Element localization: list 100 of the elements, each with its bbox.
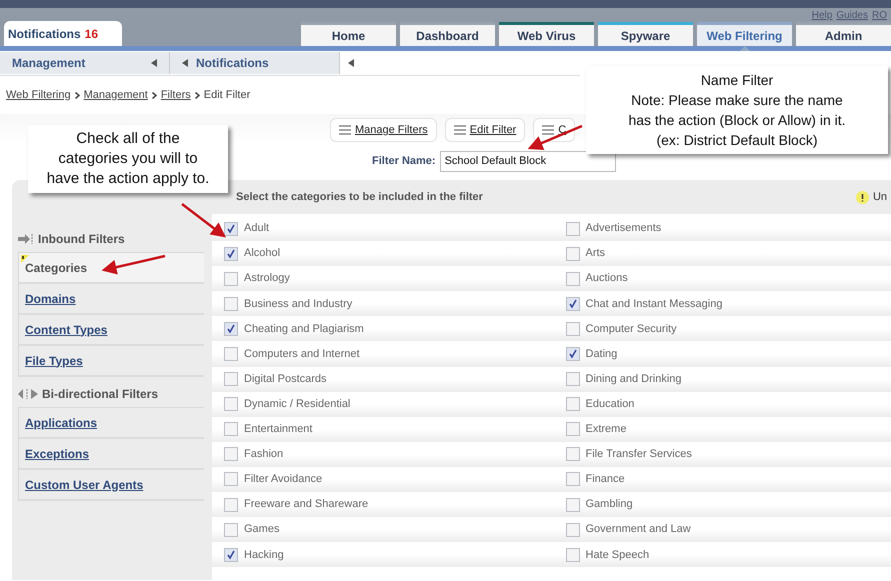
checkbox[interactable] [566, 548, 580, 562]
sidebar-item[interactable]: Applications [19, 408, 204, 439]
back-arrow-icon [151, 59, 157, 67]
chevron-icon [152, 92, 157, 98]
category-label: Entertainment [244, 422, 312, 438]
checkbox[interactable] [224, 472, 238, 486]
category-label: Dynamic / Residential [244, 396, 350, 412]
sidebar-heading: Inbound Filters [38, 231, 125, 248]
nav-tab[interactable]: Web Virus [499, 22, 594, 46]
category-label: Extreme [586, 422, 626, 438]
toolbar-button[interactable]: Edit Filter [444, 118, 526, 142]
subnav-item[interactable]: Management [0, 52, 170, 74]
checkbox[interactable] [566, 246, 580, 261]
checkbox[interactable] [224, 322, 238, 336]
checkbox[interactable] [566, 372, 580, 386]
checkbox[interactable] [224, 296, 238, 311]
callout-text: Note: Please make sure the name [631, 91, 843, 110]
category-label: Freeware and Shareware [244, 497, 368, 512]
notification-count: 16 [84, 26, 98, 42]
breadcrumb-link[interactable]: Filters [160, 86, 191, 104]
checkbox[interactable] [566, 472, 580, 486]
panel-title: Select the categories to be included in the filter [236, 190, 483, 205]
checkbox[interactable] [566, 397, 580, 412]
category-label: Hate Speech [586, 548, 650, 563]
category-label: Filter Avoidance [244, 472, 322, 488]
category-label: File Transfer Services [586, 447, 692, 462]
category-label: Business and Industry [244, 296, 352, 312]
checkbox[interactable] [566, 347, 580, 362]
callout-text: Name Filter [700, 71, 774, 90]
pointer-arrow [181, 203, 226, 238]
checkbox[interactable] [224, 397, 238, 412]
notifications-tab[interactable]: Notifications 16 [4, 21, 122, 46]
category-label: Auctions [586, 271, 628, 286]
checkbox[interactable] [566, 498, 580, 512]
breadcrumb-link[interactable]: Management [84, 86, 148, 104]
category-label: Dining and Drinking [586, 372, 682, 387]
toolbar-icon [339, 125, 351, 135]
nav-tab[interactable]: Spyware [598, 22, 693, 46]
sidebar-item[interactable]: Domains [19, 284, 204, 315]
category-label: Gambling [586, 497, 633, 512]
category-label: Chat and Instant Messaging [586, 296, 722, 312]
toolbar-button[interactable]: Manage Filters [330, 118, 437, 142]
breadcrumb-current: Edit Filter [204, 88, 250, 103]
nav-tab[interactable]: Dashboard [400, 22, 495, 46]
two-way-arrow-icon [18, 389, 38, 399]
category-label: Hacking [244, 548, 284, 563]
subnav-label: Notifications [196, 55, 269, 72]
checkbox[interactable] [566, 272, 580, 286]
checkbox[interactable] [224, 422, 238, 436]
inbound-arrow-icon [18, 234, 34, 244]
nav-tab[interactable]: Home [301, 22, 396, 46]
tab-label: Notifications [8, 26, 81, 42]
checkbox[interactable] [566, 447, 580, 462]
checkbox[interactable] [566, 522, 580, 537]
subnav-item[interactable]: Notifications [170, 52, 340, 74]
checkbox[interactable] [566, 296, 580, 311]
sidebar-heading: Bi-directional Filters [42, 386, 158, 403]
warning-icon [856, 190, 869, 204]
category-label: Finance [586, 472, 625, 488]
checkbox[interactable] [224, 522, 238, 537]
notice-text: Un [872, 190, 887, 205]
checkbox[interactable] [224, 222, 238, 236]
sidebar-item[interactable]: Categories [19, 253, 204, 284]
checkbox[interactable] [224, 347, 238, 362]
checkbox[interactable] [224, 548, 238, 562]
nav-tab[interactable]: Admin [796, 22, 891, 46]
sidebar-item[interactable]: Content Types [19, 315, 204, 346]
checkbox[interactable] [566, 222, 580, 236]
category-label: Computer Security [586, 322, 677, 337]
callout-text: Check all of the [76, 129, 180, 149]
category-label: Games [244, 522, 280, 538]
checkbox[interactable] [224, 447, 238, 462]
checkbox[interactable] [224, 272, 238, 286]
sidebar-item[interactable]: Custom User Agents [19, 470, 204, 501]
sidebar-item[interactable]: File Types [19, 346, 204, 377]
callout-text: has the action (Block or Allow) in it. [628, 111, 846, 130]
checkbox[interactable] [224, 372, 238, 386]
warning-icon [21, 255, 29, 263]
subnav-label: Management [12, 55, 86, 72]
checkbox[interactable] [224, 246, 238, 261]
category-label: Cheating and Plagiarism [244, 322, 364, 337]
category-label: Advertisements [586, 221, 662, 236]
category-label: Arts [586, 246, 606, 262]
back-arrow-icon [182, 59, 188, 67]
category-label: Dating [586, 346, 618, 362]
category-label: Adult [244, 221, 270, 236]
category-label: Astrology [244, 271, 290, 286]
category-label: Computers and Internet [244, 346, 360, 362]
category-label: Digital Postcards [244, 372, 327, 387]
checkbox[interactable] [566, 422, 580, 436]
checkbox[interactable] [224, 498, 238, 512]
breadcrumb-link[interactable]: Web Filtering [6, 86, 71, 104]
chevron-icon [194, 92, 200, 98]
filter-name-field[interactable]: School Default Block [440, 150, 616, 172]
checkbox[interactable] [566, 322, 580, 336]
callout-text: (ex: District Default Block) [656, 131, 818, 150]
category-label: Education [586, 396, 634, 412]
sidebar-item[interactable]: Exceptions [19, 439, 204, 470]
toolbar-button[interactable]: C [533, 118, 576, 142]
field-label: Filter Name: [372, 154, 436, 169]
